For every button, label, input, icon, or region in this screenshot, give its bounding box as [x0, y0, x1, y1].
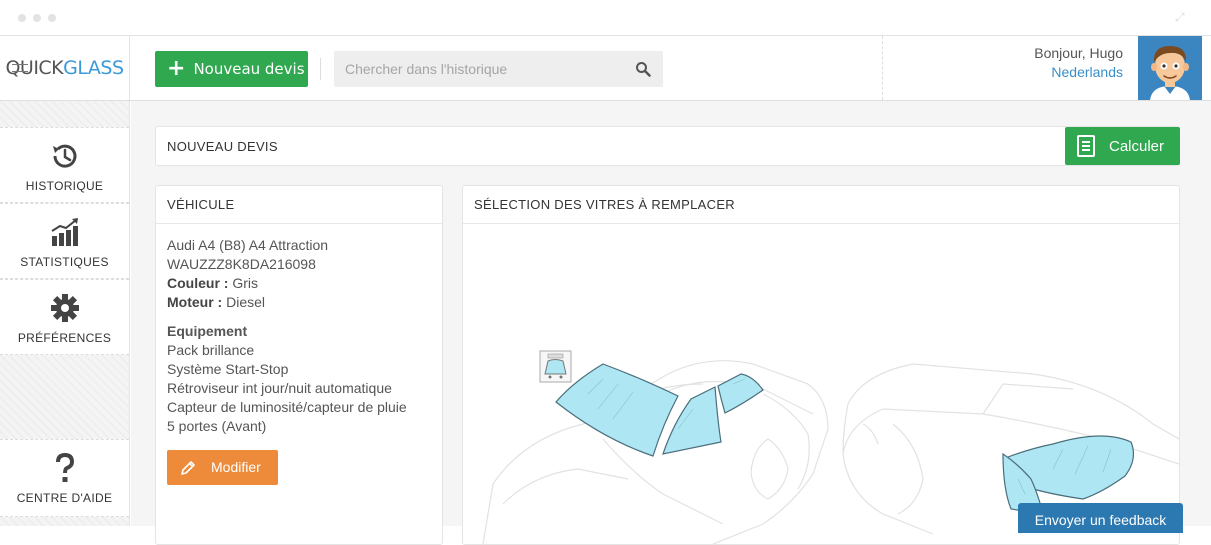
sidebar-item-label: STATISTIQUES: [20, 255, 109, 269]
page-title: NOUVEAU DEVIS: [167, 139, 278, 154]
window-dot: [18, 14, 26, 22]
window-titlebar: ⤢: [0, 0, 1211, 36]
search-icon[interactable]: [635, 61, 651, 77]
pencil-icon: [181, 460, 195, 475]
equipment-item: 5 portes (Avant): [167, 418, 267, 434]
vehicle-details: Audi A4 (B8) A4 Attraction WAUZZZ8K8DA21…: [156, 224, 442, 497]
equipment-item: Système Start-Stop: [167, 361, 289, 377]
modify-label: Modifier: [211, 459, 261, 475]
equipment-title: Equipement: [167, 323, 248, 339]
gear-icon: [50, 294, 79, 322]
window-dot: [33, 14, 41, 22]
car-diagram: [463, 224, 1179, 544]
vehicle-engine: Moteur : Diesel: [167, 293, 431, 312]
color-label: Couleur :: [167, 275, 229, 291]
engine-label: Moteur :: [167, 294, 223, 310]
sidebar-item-label: PRÉFÉRENCES: [17, 331, 112, 345]
search-box: [334, 51, 663, 87]
logo-speed-lines: [12, 64, 28, 72]
window-dot: [48, 14, 56, 22]
document-icon: [1077, 135, 1095, 157]
logo[interactable]: QUICKGLASS: [0, 36, 130, 100]
sidebar-item-label: HISTORIQUE: [25, 179, 104, 193]
sidebar-item-label: CENTRE D'AIDE: [16, 491, 113, 505]
sidebar: HISTORIQUE STATISTIQUES PRÉFÉRENCES CENT…: [0, 101, 130, 526]
engine-value: Diesel: [226, 294, 266, 310]
glass-selection-panel: SÉLECTION DES VITRES À REMPLACER: [462, 185, 1180, 545]
calculate-label: Calculer: [1109, 137, 1165, 155]
logo-suffix: GLASS: [63, 57, 124, 79]
sidebar-item-preferences[interactable]: PRÉFÉRENCES: [0, 279, 129, 355]
sidebar-item-history[interactable]: HISTORIQUE: [0, 127, 129, 203]
avatar[interactable]: [1138, 36, 1202, 100]
new-quote-button[interactable]: + Nouveau devis: [155, 51, 308, 87]
equipment-item: Rétroviseur int jour/nuit automatique: [167, 380, 392, 396]
greeting-text: Bonjour, Hugo: [1034, 45, 1123, 61]
vehicle-heading: VÉHICULE: [156, 186, 442, 224]
search-input[interactable]: [334, 51, 614, 87]
divider: [320, 58, 321, 80]
quote-header: NOUVEAU DEVIS Calculer: [155, 126, 1180, 166]
selection-heading: SÉLECTION DES VITRES À REMPLACER: [463, 186, 1179, 224]
rear-window-selector-icon: [539, 350, 572, 383]
history-icon: [52, 144, 76, 168]
plus-icon: +: [167, 56, 186, 81]
sidebar-item-statistics[interactable]: STATISTIQUES: [0, 203, 129, 279]
expand-icon[interactable]: ⤢: [1175, 10, 1189, 24]
divider: [882, 36, 883, 100]
color-value: Gris: [232, 275, 259, 291]
car-illustration: [482, 350, 1179, 544]
user-greeting: Bonjour, Hugo Nederlands: [1034, 44, 1123, 82]
vehicle-color: Couleur : Gris: [167, 274, 431, 293]
main-content: NOUVEAU DEVIS Calculer VÉHICULE Audi A4 …: [131, 101, 1211, 545]
vehicle-model: Audi A4 (B8) A4 Attraction: [167, 237, 329, 253]
new-quote-label: Nouveau devis: [193, 60, 305, 78]
calculate-button[interactable]: Calculer: [1065, 127, 1180, 165]
chart-icon: [50, 218, 78, 246]
vehicle-panel: VÉHICULE Audi A4 (B8) A4 Attraction WAUZ…: [155, 185, 443, 545]
equipment-item: Capteur de luminosité/capteur de pluie: [167, 399, 407, 415]
top-bar: QUICKGLASS + Nouveau devis Bonjour, Hugo…: [0, 36, 1211, 101]
question-icon: [55, 452, 74, 482]
feedback-button[interactable]: Envoyer un feedback: [1018, 503, 1183, 533]
modify-button[interactable]: Modifier: [167, 450, 278, 485]
language-link[interactable]: Nederlands: [1034, 63, 1123, 82]
user-avatar-icon: [1138, 36, 1202, 100]
vehicle-vin: WAUZZZ8K8DA216098: [167, 256, 316, 272]
equipment-item: Pack brillance: [167, 342, 255, 358]
sidebar-item-help[interactable]: CENTRE D'AIDE: [0, 439, 129, 517]
